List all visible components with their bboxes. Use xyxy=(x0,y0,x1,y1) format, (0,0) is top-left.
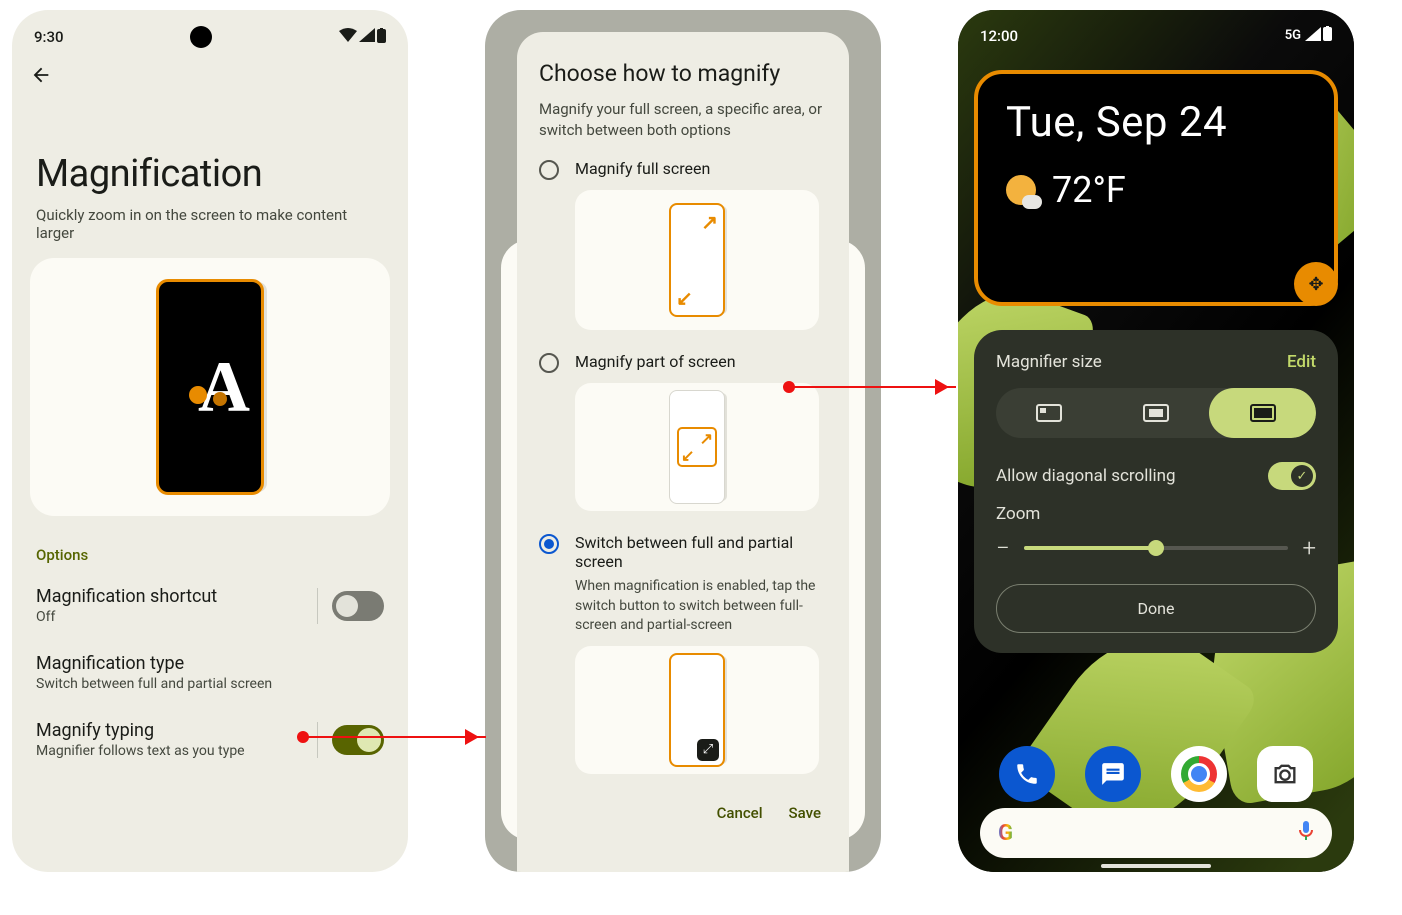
divider xyxy=(317,588,318,624)
magnifier-settings-panel: Magnifier size Edit Allow diagonal scrol… xyxy=(974,330,1338,653)
phone-app-icon[interactable] xyxy=(999,746,1055,802)
mic-icon[interactable] xyxy=(1298,821,1314,846)
option-title: Magnification type xyxy=(36,653,272,674)
temperature: 72°F xyxy=(1052,169,1126,211)
expand-out-icon: ↗ xyxy=(700,429,713,448)
settings-magnification-screen: 9:30 Magnification Quickly zoom in on th… xyxy=(12,10,408,872)
battery-icon xyxy=(377,28,386,47)
done-button[interactable]: Done xyxy=(996,584,1316,633)
expand-out-icon: ↗ xyxy=(701,210,718,234)
choice-label: Magnify full screen xyxy=(575,159,710,178)
divider xyxy=(317,722,318,758)
option-title: Magnification shortcut xyxy=(36,586,217,607)
search-bar[interactable]: G xyxy=(980,808,1332,858)
messages-app-icon[interactable] xyxy=(1085,746,1141,802)
phone-illustration: A xyxy=(156,279,264,495)
option-magnification-type[interactable]: Magnification type Switch between full a… xyxy=(12,639,408,706)
toggle-shortcut[interactable] xyxy=(332,591,384,621)
illustration-card: A xyxy=(30,258,390,516)
status-time: 12:00 xyxy=(980,27,1018,45)
choice-switch[interactable]: Switch between full and partial screen W… xyxy=(539,533,827,636)
magnifier-window[interactable]: Tue, Sep 24 72°F ✥ xyxy=(974,70,1338,306)
cancel-button[interactable]: Cancel xyxy=(717,804,763,822)
app-dock xyxy=(958,746,1354,802)
status-bar: 12:00 5G xyxy=(958,10,1354,51)
option-title: Magnify typing xyxy=(36,720,245,741)
size-medium-button[interactable] xyxy=(1103,388,1210,438)
choice-part-screen[interactable]: Magnify part of screen xyxy=(539,352,827,373)
camera-hole xyxy=(190,26,212,48)
radio-icon[interactable] xyxy=(539,534,559,554)
switch-badge-icon: ⤢ xyxy=(697,739,719,761)
status-time: 9:30 xyxy=(34,28,64,46)
radio-icon[interactable] xyxy=(539,160,559,180)
camera-app-icon[interactable] xyxy=(1257,746,1313,802)
size-segmented-control xyxy=(996,388,1316,438)
back-button[interactable] xyxy=(12,54,408,92)
flow-arrow-1 xyxy=(302,736,486,738)
zoom-plus-button[interactable]: + xyxy=(1302,534,1316,562)
edit-button[interactable]: Edit xyxy=(1287,352,1316,372)
radio-icon[interactable] xyxy=(539,353,559,373)
battery-icon xyxy=(1323,26,1332,45)
drag-handle-icon[interactable]: ✥ xyxy=(1294,262,1338,306)
choice-label: Switch between full and partial screen xyxy=(575,533,827,571)
option-magnify-typing[interactable]: Magnify typing Magnifier follows text as… xyxy=(12,706,408,773)
weather-icon xyxy=(1006,175,1036,205)
wifi-icon xyxy=(339,28,357,46)
choice-full-screen[interactable]: Magnify full screen xyxy=(539,159,827,180)
option-subtitle: Magnifier follows text as you type xyxy=(36,743,245,759)
option-subtitle: Switch between full and partial screen xyxy=(36,676,272,692)
thumb-part: ↗ ↙ xyxy=(575,383,819,511)
choice-desc: When magnification is enabled, tap the s… xyxy=(575,577,827,636)
status-icons: 5G xyxy=(1285,26,1332,45)
toggle-magnify-typing[interactable] xyxy=(332,725,384,755)
network-label: 5G xyxy=(1285,28,1301,43)
status-icons xyxy=(339,28,386,47)
dialog-sheet: Choose how to magnify Magnify your full … xyxy=(517,32,849,872)
expand-in-icon: ↙ xyxy=(681,446,694,465)
zoom-minus-button[interactable]: − xyxy=(996,534,1010,562)
panel-title: Magnifier size xyxy=(996,352,1102,372)
save-button[interactable]: Save xyxy=(789,804,821,822)
section-header: Options xyxy=(12,516,408,572)
zoom-label: Zoom xyxy=(996,504,1316,524)
thumb-switch: ⤢ xyxy=(575,646,819,774)
nav-handle[interactable] xyxy=(1101,864,1211,868)
expand-in-icon: ↙ xyxy=(676,286,693,310)
option-magnification-shortcut[interactable]: Magnification shortcut Off xyxy=(12,572,408,639)
date-text: Tue, Sep 24 xyxy=(1006,98,1306,147)
zoom-slider[interactable] xyxy=(1024,546,1289,550)
toggle-diagonal[interactable] xyxy=(1268,462,1316,490)
dialog-desc: Magnify your full screen, a specific are… xyxy=(539,99,827,141)
status-bar: 9:30 xyxy=(12,10,408,54)
thumb-full: ↗ ↙ xyxy=(575,190,819,330)
dialog-title: Choose how to magnify xyxy=(539,60,827,87)
weather-row: 72°F xyxy=(1006,169,1306,211)
google-logo-icon: G xyxy=(998,821,1013,846)
option-subtitle: Off xyxy=(36,609,217,625)
page-subtitle: Quickly zoom in on the screen to make co… xyxy=(12,206,408,258)
size-small-button[interactable] xyxy=(996,388,1103,438)
choice-label: Magnify part of screen xyxy=(575,352,736,371)
diagonal-label: Allow diagonal scrolling xyxy=(996,466,1176,486)
signal-icon xyxy=(359,28,375,46)
chrome-app-icon[interactable] xyxy=(1171,746,1227,802)
magnify-type-dialog-screen: Choose how to magnify Magnify your full … xyxy=(485,10,881,872)
magnifier-overlay-screen: 12:00 5G Tue, Sep 24 72°F ✥ Magnifier si… xyxy=(958,10,1354,872)
page-title: Magnification xyxy=(12,92,408,206)
flow-arrow-2 xyxy=(788,386,956,388)
signal-icon xyxy=(1305,27,1321,45)
size-large-button[interactable] xyxy=(1209,388,1316,438)
